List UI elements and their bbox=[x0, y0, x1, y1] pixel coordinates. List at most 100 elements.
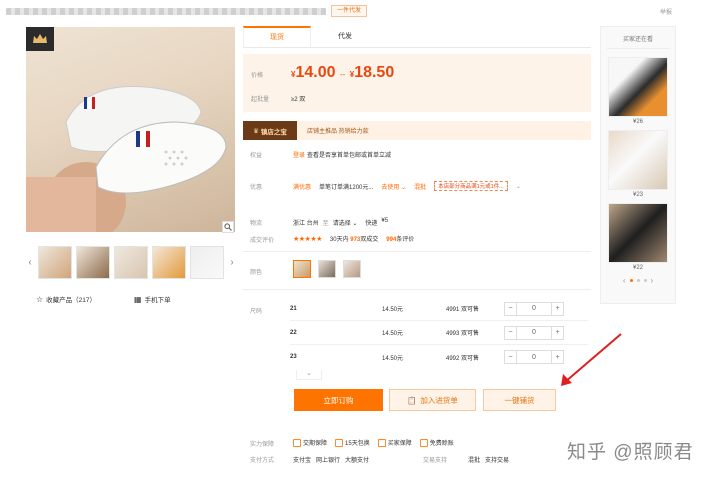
recommendation-image bbox=[608, 203, 668, 263]
crown-badge-icon bbox=[26, 27, 54, 51]
moq-label: 起批量 bbox=[251, 97, 270, 103]
quantity-input[interactable]: 0 bbox=[517, 327, 551, 339]
service-item[interactable]: 免费赊账 bbox=[419, 438, 454, 447]
services-list: 交期保障 15天包换 买家保障 免费赊账 bbox=[293, 438, 454, 447]
shop-treasure-banner: ♛ 镇店之宝 店铺主推品 热销给力款 bbox=[243, 121, 591, 140]
quantity-input[interactable]: 0 bbox=[517, 303, 551, 315]
thumbnail[interactable] bbox=[190, 245, 224, 279]
trade-label: 交易支持 bbox=[423, 458, 448, 464]
rating-stars: ★★★★★ bbox=[293, 235, 322, 243]
tab-dropship[interactable]: 代发 bbox=[311, 26, 379, 47]
size-label: 尺码 bbox=[250, 309, 263, 315]
moq-value: ≥2 双 bbox=[291, 97, 306, 103]
shipping-row: 浙江 台州 至 请选择 ⌄ 快递 ¥5 bbox=[293, 218, 389, 227]
prev-icon[interactable]: ‹ bbox=[623, 276, 626, 285]
price-label: 价格 bbox=[251, 73, 264, 79]
promo-notice[interactable]: 本店部分商品满1元或1件... bbox=[434, 181, 508, 191]
divider bbox=[243, 289, 591, 290]
reviews-count[interactable]: 994条评价 bbox=[386, 234, 414, 243]
main-product-image bbox=[26, 27, 235, 232]
thumb-next-icon[interactable]: › bbox=[228, 257, 236, 268]
deals-count[interactable]: 30天内 973双成交 bbox=[330, 234, 378, 243]
color-option[interactable] bbox=[318, 260, 336, 278]
rating-label: 成交评价 bbox=[250, 238, 275, 244]
service-item[interactable]: 交期保障 bbox=[293, 438, 327, 447]
price-range: ¥14.00 -- ¥18.50 bbox=[291, 64, 395, 81]
rating-row: ★★★★★ 30天内 973双成交 994条评价 bbox=[293, 234, 414, 244]
divider bbox=[243, 251, 591, 252]
promo-tag: 满优惠 bbox=[293, 184, 312, 191]
payment-label: 支付方式 bbox=[250, 458, 275, 464]
service-item[interactable]: 15天包换 bbox=[335, 438, 370, 447]
page-dot[interactable] bbox=[636, 279, 640, 282]
promo-use-link[interactable]: 去使用 ⌄ bbox=[381, 182, 406, 191]
recommendation-image bbox=[608, 130, 668, 190]
size-row: 21 14.50元 4991 双可售 − 0 + bbox=[290, 297, 588, 321]
shield-icon bbox=[293, 438, 301, 447]
rights-text: 查看是否享首单包邮或首单立减 bbox=[307, 153, 392, 159]
tab-stock[interactable]: 现货 bbox=[243, 26, 311, 47]
purchase-tabs: 现货 代发 bbox=[243, 26, 591, 48]
mobile-order-button[interactable]: ▦ 手机下单 bbox=[134, 294, 171, 304]
color-option[interactable] bbox=[293, 260, 311, 278]
payment-list: 支付宝 网上银行 大额支付 bbox=[293, 458, 370, 464]
page-dot[interactable] bbox=[629, 279, 633, 282]
favorite-button[interactable]: ☆ 收藏产品（217） bbox=[36, 294, 96, 304]
color-option[interactable] bbox=[343, 260, 361, 278]
recommendation-image bbox=[608, 57, 668, 117]
qrcode-icon: ▦ bbox=[134, 295, 142, 304]
clipboard-icon: 📋 bbox=[407, 395, 417, 405]
crown-icon: ♛ bbox=[253, 127, 259, 135]
rights-row: 登录 查看是否享首单包邮或首单立减 bbox=[293, 150, 391, 159]
thumbnail[interactable] bbox=[76, 245, 110, 279]
promo-expand-icon[interactable]: ⌄ bbox=[516, 183, 521, 190]
color-label: 颜色 bbox=[250, 270, 263, 276]
thumbnail[interactable] bbox=[38, 245, 72, 279]
decrement-button[interactable]: − bbox=[505, 302, 517, 315]
expand-sizes-icon[interactable]: ⌄ bbox=[296, 370, 322, 380]
shield-icon bbox=[419, 438, 428, 447]
increment-button[interactable]: + bbox=[551, 302, 563, 315]
promo-text: 单笔订单满1200元... bbox=[319, 184, 374, 191]
promo-row: 满优惠 单笔订单满1200元... 去使用 ⌄ 混批 本店部分商品满1元或1件.… bbox=[293, 181, 521, 191]
recommendation-pager: ‹ › bbox=[601, 276, 675, 285]
report-link[interactable]: 举报 bbox=[660, 7, 672, 16]
thumbnail[interactable] bbox=[114, 245, 148, 279]
thumbnail[interactable] bbox=[152, 245, 186, 279]
size-row: 23 14.50元 4992 双可售 − 0 + bbox=[290, 345, 588, 369]
service-item[interactable]: 买家保障 bbox=[377, 438, 412, 447]
size-row: 22 14.50元 4993 双可售 − 0 + bbox=[290, 321, 588, 345]
shop-treasure-text: 店铺主推品 热销给力款 bbox=[307, 129, 369, 135]
shield-icon bbox=[377, 438, 386, 447]
recommendation-item[interactable]: ¥23 bbox=[608, 130, 668, 198]
shoe-illustration bbox=[26, 85, 227, 232]
add-to-cart-button[interactable]: 📋 加入进货单 bbox=[389, 389, 476, 411]
decrement-button[interactable]: − bbox=[505, 351, 517, 363]
recommendation-item[interactable]: ¥22 bbox=[608, 203, 668, 271]
recommendation-panel: 买家还在看 ¥26 ¥23 ¥22 ‹ › bbox=[600, 26, 676, 304]
quantity-input[interactable]: 0 bbox=[517, 351, 551, 363]
promo-label: 优惠 bbox=[250, 185, 263, 191]
price-panel: 价格 ¥14.00 -- ¥18.50 起批量 ≥2 双 bbox=[243, 54, 591, 112]
shop-treasure-badge: ♛ 镇店之宝 bbox=[243, 121, 297, 140]
zoom-icon[interactable] bbox=[222, 221, 234, 233]
trade-list: 混批 支持交易 bbox=[468, 458, 510, 464]
services-label: 实力保障 bbox=[250, 442, 275, 448]
annotation-arrow-icon bbox=[561, 333, 622, 386]
color-options bbox=[293, 260, 361, 278]
shipping-label: 物流 bbox=[250, 221, 263, 227]
gallery-actions: ☆ 收藏产品（217） ▦ 手机下单 bbox=[36, 294, 171, 304]
destination-select[interactable]: 请选择 ⌄ bbox=[333, 218, 358, 227]
order-now-button[interactable]: 立即订购 bbox=[294, 389, 383, 411]
size-table: 21 14.50元 4991 双可售 − 0 + 22 14.50元 4993 … bbox=[290, 297, 588, 369]
thumb-prev-icon[interactable]: ‹ bbox=[26, 257, 34, 268]
recommendation-item[interactable]: ¥26 bbox=[608, 57, 668, 125]
dropship-tag: 一件代发 bbox=[331, 5, 368, 17]
one-click-dropship-button[interactable]: 一键铺货 bbox=[483, 389, 556, 411]
watermark: 知乎 @照顾君 bbox=[567, 442, 694, 463]
login-link[interactable]: 登录 bbox=[293, 150, 305, 159]
next-icon[interactable]: › bbox=[651, 276, 654, 285]
page-dot[interactable] bbox=[643, 279, 647, 282]
decrement-button[interactable]: − bbox=[505, 326, 517, 339]
star-icon: ☆ bbox=[36, 295, 44, 304]
